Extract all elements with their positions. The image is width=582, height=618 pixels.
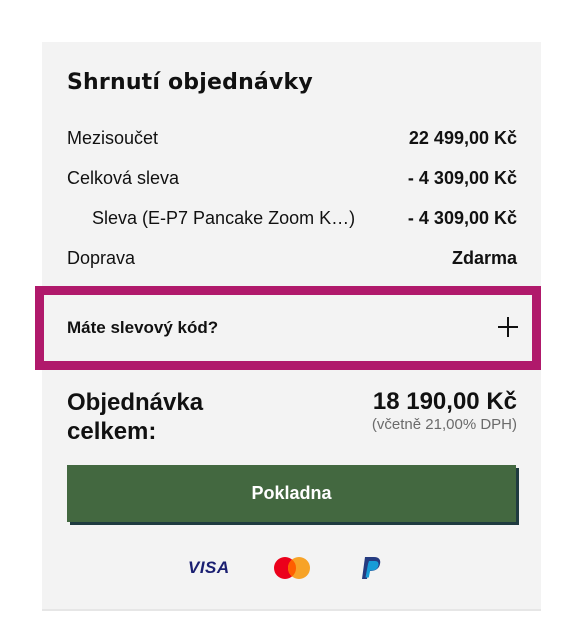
discount-detail-row: Sleva (E-P7 Pancake Zoom K…) - 4 309,00 … — [67, 206, 517, 230]
order-summary-title: Shrnutí objednávky — [67, 70, 313, 95]
shipping-label: Doprava — [67, 247, 136, 268]
subtotal-label: Mezisoučet — [67, 127, 159, 148]
shipping-row: Doprava Zdarma — [67, 246, 517, 270]
total-discount-value: - 4 309,00 Kč — [407, 167, 517, 188]
visa-icon: VISA — [188, 558, 230, 577]
vat-note: (včetně 21,00% DPH) — [371, 416, 517, 433]
order-total-value: 18 190,00 Kč — [372, 388, 517, 415]
subtotal-row: Mezisoučet 22 499,00 Kč — [67, 126, 517, 150]
coupon-toggle[interactable]: Máte slevový kód? — [35, 286, 541, 370]
total-discount-label: Celková sleva — [67, 167, 180, 188]
order-total-label: Objednávka celkem: — [67, 389, 204, 445]
coupon-label: Máte slevový kód? — [67, 318, 219, 337]
paypal-icon — [362, 557, 381, 579]
plus-icon[interactable] — [496, 315, 520, 339]
shipping-value: Zdarma — [451, 247, 517, 268]
subtotal-value: 22 499,00 Kč — [408, 127, 517, 148]
checkout-button[interactable]: Pokladna — [67, 465, 516, 522]
checkout-button-wrap: Pokladna — [67, 465, 519, 525]
discount-detail-value: - 4 309,00 Kč — [407, 207, 517, 228]
total-discount-row: Celková sleva - 4 309,00 Kč — [67, 166, 517, 190]
mastercard-icon — [274, 557, 310, 579]
panel-divider — [42, 609, 541, 611]
discount-detail-label: Sleva (E-P7 Pancake Zoom K…) — [92, 207, 356, 228]
